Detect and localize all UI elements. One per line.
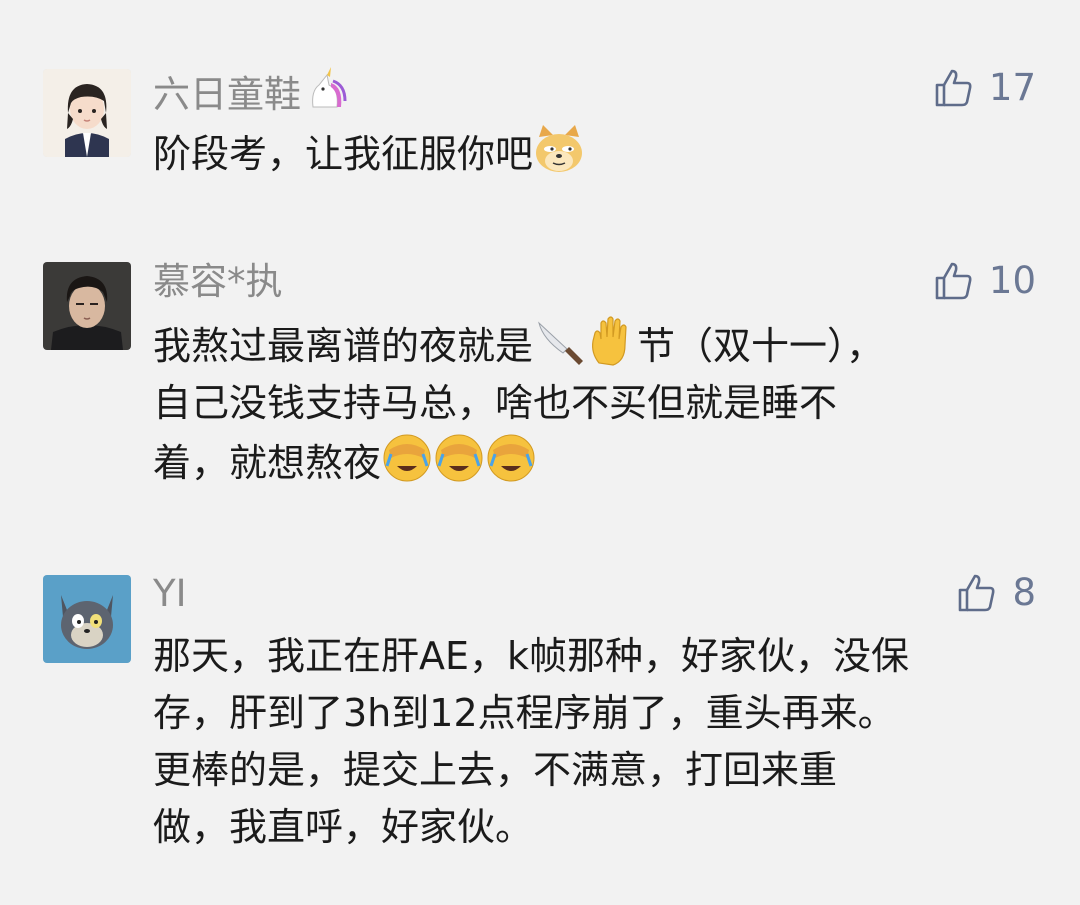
- username[interactable]: 六日童鞋: [153, 67, 347, 117]
- username-text: YI: [153, 572, 187, 615]
- comment-line: 阶段考，让我征服你吧: [153, 132, 534, 176]
- thumbs-up-icon: [933, 67, 975, 109]
- unicorn-emoji: [301, 67, 347, 113]
- avatar[interactable]: [43, 69, 131, 157]
- comment-line: 更棒的是，提交上去，不满意，打回来重: [153, 748, 838, 792]
- comment-line: 存，肝到了3h到12点程序崩了，重头再来。: [153, 691, 896, 735]
- like-count: 10: [988, 259, 1036, 302]
- username[interactable]: 慕容*执: [153, 260, 283, 304]
- comment-text: 阶段考，让我征服你吧: [153, 123, 1043, 183]
- comment-line: 做，我直呼，好家伙。: [153, 805, 534, 849]
- comment-line: 那天，我正在肝AE，k帧那种，好家伙，没保: [153, 634, 910, 678]
- thumbs-up-icon: [933, 260, 975, 302]
- like-button[interactable]: 8: [956, 571, 1036, 615]
- like-button[interactable]: 17: [933, 66, 1036, 110]
- username[interactable]: YI: [153, 572, 187, 616]
- thumbs-up-icon: [956, 572, 998, 614]
- like-count: 8: [1012, 571, 1036, 614]
- doge-emoji: [533, 123, 585, 175]
- comment-line: 自己没钱支持马总，啥也不买但就是睡不: [153, 381, 838, 425]
- raised-hand-emoji: [585, 315, 637, 367]
- avatar[interactable]: [43, 575, 131, 663]
- like-count: 17: [988, 66, 1036, 109]
- username-text: 六日童鞋: [153, 73, 301, 116]
- comment-text: 那天，我正在肝AE，k帧那种，好家伙，没保 存，肝到了3h到12点程序崩了，重头…: [153, 628, 1043, 856]
- facepalm-cry-emoji: [381, 432, 433, 484]
- knife-emoji: [533, 315, 585, 367]
- avatar[interactable]: [43, 262, 131, 350]
- username-text: 慕容*执: [153, 260, 283, 303]
- like-button[interactable]: 10: [933, 259, 1036, 303]
- comment-line: 节（双十一），: [637, 324, 885, 368]
- comment-line: 着，就想熬夜: [153, 441, 382, 485]
- comment-line: 我熬过最离谱的夜就是: [153, 324, 534, 368]
- facepalm-cry-emoji: [433, 432, 485, 484]
- facepalm-cry-emoji: [485, 432, 537, 484]
- comment-text: 我熬过最离谱的夜就是 节（双十一）， 自己没钱支持马总，啥也不买但就是睡不 着，…: [153, 315, 1043, 492]
